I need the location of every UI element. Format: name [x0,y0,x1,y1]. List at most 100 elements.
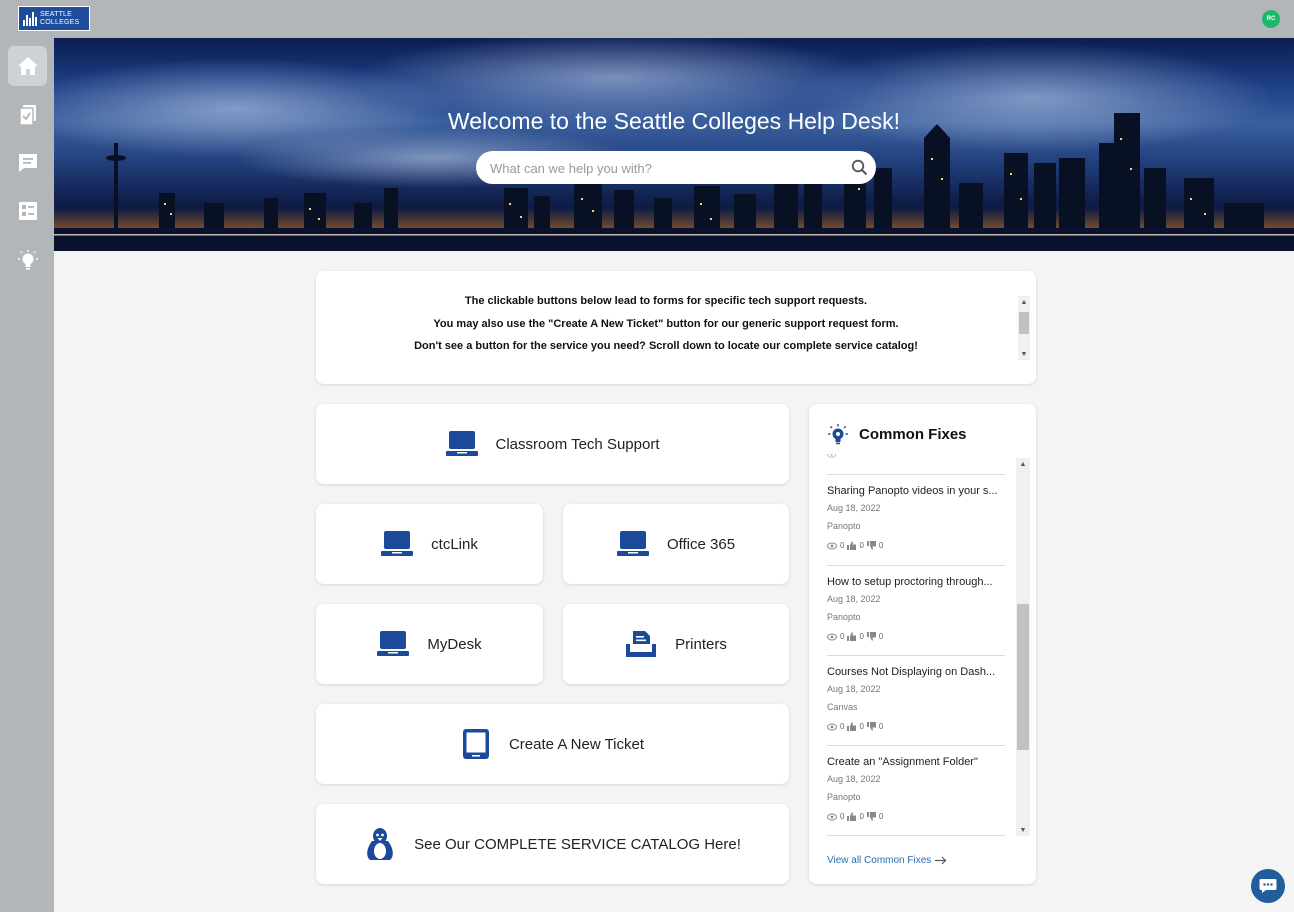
search-icon[interactable] [851,159,868,176]
laptop-icon [616,530,649,558]
lightbulb-icon [828,424,848,445]
thumbs-down-icon [866,541,876,550]
office-365-button[interactable]: Office 365 [563,504,789,584]
thumbs-down-icon [866,812,876,821]
thumbs-up-icon [847,541,857,550]
list-item[interactable]: Sharing Panopto videos in your s... Aug … [827,474,1005,565]
sidebar-catalog-button[interactable] [8,191,47,231]
divider [827,835,1005,836]
tablet-icon [461,728,491,760]
list-item[interactable]: How to setup proctoring through... Aug 1… [827,565,1005,656]
view-all-common-fixes-link[interactable]: View all Common Fixes [827,855,947,866]
notice-line-1: The clickable buttons below lead to form… [464,295,868,307]
common-fixes-list: Sharing Panopto videos in your s... Aug … [827,454,1005,837]
view-all-label: View all Common Fixes [827,855,932,866]
list-grid-icon [18,202,37,220]
fix-category: Panopto [827,792,861,802]
eye-icon [827,542,837,549]
message-icon [18,154,37,172]
chat-bubble-icon [1259,879,1277,893]
notice-scrollbar[interactable]: ▲ ▼ [1018,296,1030,360]
scroll-down-arrow-icon[interactable]: ▼ [1016,824,1030,836]
thumbs-up-icon [847,812,857,821]
dislikes-count: 0 [878,722,884,731]
views-count: 0 [840,541,845,550]
lightbulb-icon [17,250,38,270]
list-item[interactable]: Create an "Assignment Folder" Aug 18, 20… [827,745,1005,836]
printers-label: Printers [675,635,727,653]
home-icon [17,57,38,75]
logo-line-2: COLLEGES [40,18,80,26]
create-new-ticket-label: Create A New Ticket [508,735,645,753]
eye-icon [827,723,837,730]
notice-line-3: Don't see a button for the service you n… [414,340,918,352]
likes-count: 0 [859,722,864,731]
fix-title[interactable]: How to setup proctoring through... [827,576,1005,588]
views-count: 0 [840,722,845,731]
hero-title: Welcome to the Seattle Colleges Help Des… [447,108,901,134]
likes-count: 0 [859,812,864,821]
printers-button[interactable]: Printers [563,604,789,684]
search-box [476,151,876,186]
laptop-icon [381,530,414,558]
sidebar-requests-button[interactable] [8,95,47,135]
views-count: 0 [840,632,845,641]
chat-button[interactable] [1251,869,1285,903]
logo-line-1: SEATTLE [40,10,73,18]
fix-category: Panopto [827,612,861,622]
mydesk-label: MyDesk [427,635,482,653]
common-fixes-title: Common Fixes [859,425,967,443]
thumbs-up-icon [847,632,857,641]
left-sidebar [0,38,54,912]
thumbs-up-icon [847,722,857,731]
fix-date: Aug 18, 2022 [827,594,881,604]
likes-count: 0 [859,541,864,550]
mydesk-button[interactable]: MyDesk [316,604,543,684]
arrow-right-icon [935,856,947,865]
fix-title[interactable]: Courses Not Displaying on Dash... [827,666,1005,678]
classroom-tech-support-button[interactable]: Classroom Tech Support [316,404,789,484]
penguin-icon [364,827,396,861]
top-bar: SEATTLE COLLEGES RC [0,0,1294,38]
fix-category: Canvas [827,702,858,712]
fix-category: Panopto [827,521,861,531]
ctclink-label: ctcLink [431,535,478,553]
sidebar-knowledge-button[interactable] [8,240,47,280]
laptop-icon [377,630,410,658]
sidebar-home-button[interactable] [8,46,47,86]
common-fixes-scrollbar[interactable]: ▲ ▼ [1016,458,1030,836]
fix-stats: 0 0 0 [827,632,883,641]
printer-icon [625,630,657,658]
seattle-colleges-logo[interactable]: SEATTLE COLLEGES [18,6,90,31]
city-skyline-image [54,38,1294,251]
fix-stats: 0 0 0 [827,541,883,550]
notice-scroll-thumb[interactable] [1019,312,1029,334]
thumbs-down-icon [866,632,876,641]
list-item[interactable]: Courses Not Displaying on Dash... Aug 18… [827,655,1005,746]
common-fixes-scroll-thumb[interactable] [1017,604,1029,750]
sidebar-messages-button[interactable] [8,143,47,183]
fix-title[interactable]: Create an "Assignment Folder" [827,756,1005,768]
scroll-down-arrow-icon[interactable]: ▼ [1018,348,1030,360]
scroll-up-arrow-icon[interactable]: ▲ [1018,296,1030,308]
notice-line-2: You may also use the "Create A New Ticke… [433,317,899,330]
search-input[interactable] [488,151,842,186]
fix-stats: 0 0 0 [827,812,883,821]
ctclink-button[interactable]: ctcLink [316,504,543,584]
laptop-icon [445,430,478,458]
fix-title[interactable]: Sharing Panopto videos in your s... [827,485,1005,497]
dislikes-count: 0 [878,632,884,641]
scroll-up-arrow-icon[interactable]: ▲ [1016,458,1030,470]
service-catalog-button[interactable]: See Our COMPLETE SERVICE CATALOG Here! [316,804,789,884]
classroom-tech-support-label: Classroom Tech Support [495,435,660,453]
dislikes-count: 0 [878,541,884,550]
eye-icon [827,633,837,640]
eye-icon [827,813,837,820]
user-avatar[interactable]: RC [1262,10,1280,28]
fix-date: Aug 18, 2022 [827,684,881,694]
views-count: 0 [840,812,845,821]
likes-count: 0 [859,632,864,641]
create-new-ticket-button[interactable]: Create A New Ticket [316,704,789,784]
clipboard-check-icon [18,105,36,126]
fix-date: Aug 18, 2022 [827,503,881,513]
